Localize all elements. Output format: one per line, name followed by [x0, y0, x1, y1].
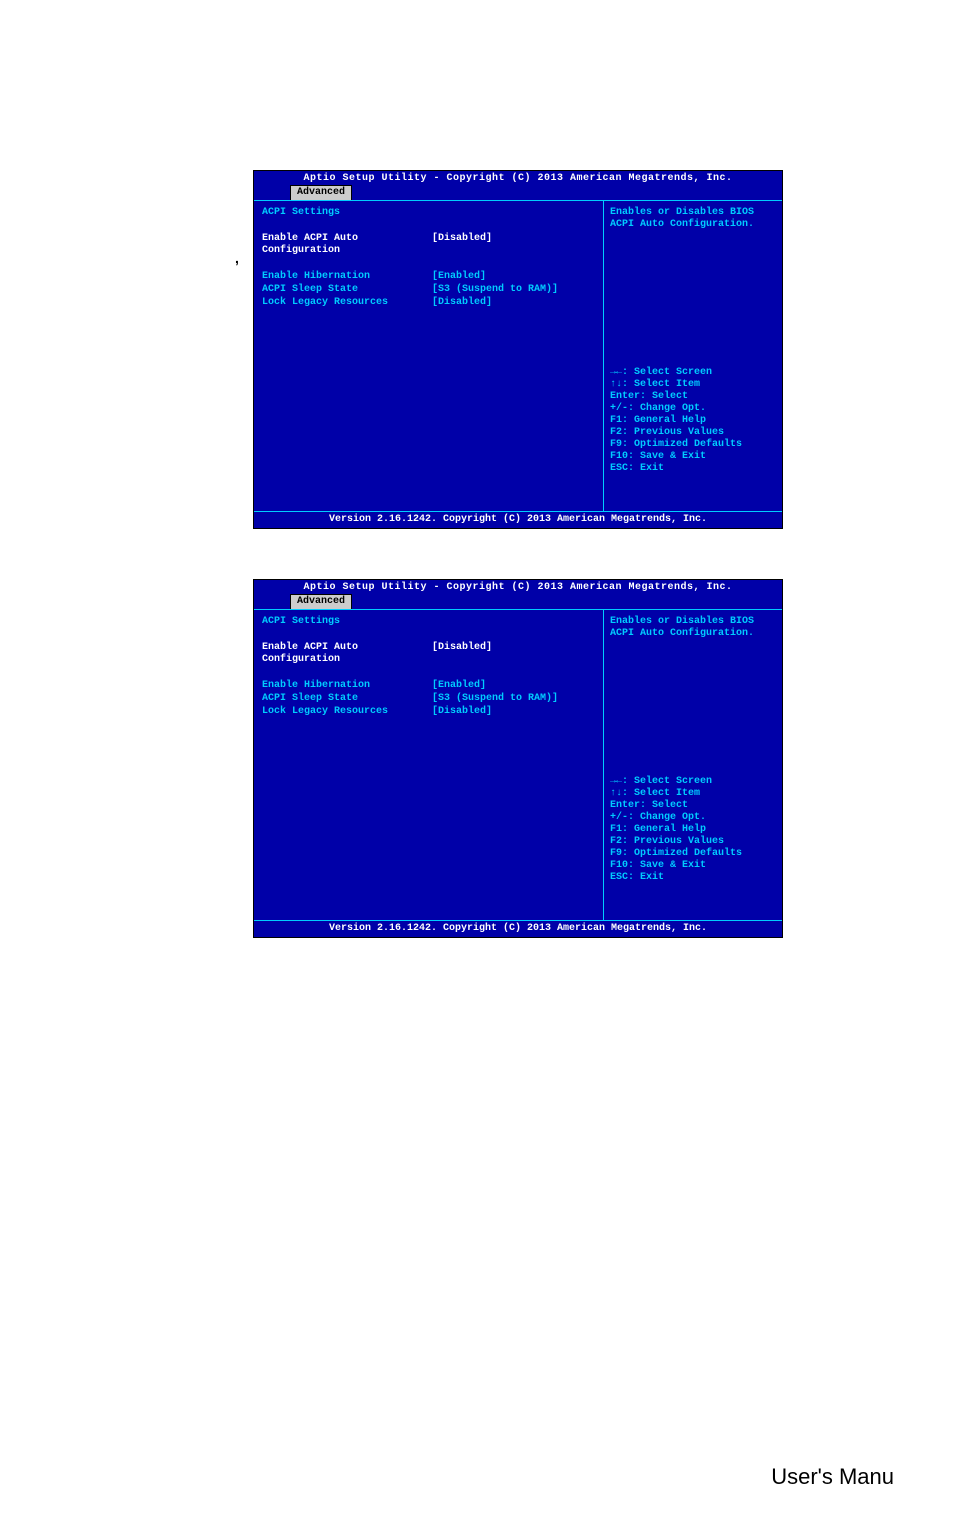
setting-acpi-sleep-state[interactable]: ACPI Sleep State [S3 (Suspend to RAM)] [262, 284, 595, 296]
bios-footer: Version 2.16.1242. Copyright (C) 2013 Am… [254, 511, 782, 528]
setting-value: [Disabled] [432, 233, 492, 257]
setting-value: [Enabled] [432, 271, 486, 283]
bios-panel-2: Aptio Setup Utility - Copyright (C) 2013… [253, 579, 783, 938]
setting-value: [S3 (Suspend to RAM)] [432, 693, 558, 705]
section-title: ACPI Settings [262, 207, 595, 219]
bios-right-pane: Enables or Disables BIOS ACPI Auto Confi… [604, 610, 782, 920]
bios-tabs: Advanced [254, 185, 782, 200]
key-hint: Enter: Select [610, 800, 776, 812]
bios-footer: Version 2.16.1242. Copyright (C) 2013 Am… [254, 920, 782, 937]
setting-acpi-sleep-state[interactable]: ACPI Sleep State [S3 (Suspend to RAM)] [262, 693, 595, 705]
key-hint: F2: Previous Values [610, 836, 776, 848]
setting-label: Enable ACPI Auto Configuration [262, 642, 432, 666]
key-hints: →←: Select Screen ↑↓: Select Item Enter:… [610, 776, 776, 914]
setting-label: Enable Hibernation [262, 680, 432, 692]
section-title: ACPI Settings [262, 616, 595, 628]
key-hint: +/-: Change Opt. [610, 403, 776, 415]
setting-value: [Disabled] [432, 642, 492, 666]
setting-enable-hibernation[interactable]: Enable Hibernation [Enabled] [262, 271, 595, 283]
key-hint: F9: Optimized Defaults [610, 848, 776, 860]
setting-label: Lock Legacy Resources [262, 297, 432, 309]
key-hint: F10: Save & Exit [610, 451, 776, 463]
key-hint: ESC: Exit [610, 872, 776, 884]
setting-value: [Enabled] [432, 680, 486, 692]
key-hint: +/-: Change Opt. [610, 812, 776, 824]
key-hint: →←: Select Screen [610, 776, 776, 788]
key-hint: →←: Select Screen [610, 367, 776, 379]
setting-value: [Disabled] [432, 706, 492, 718]
key-hint: Enter: Select [610, 391, 776, 403]
bios-tabs: Advanced [254, 594, 782, 609]
bios-left-pane: ACPI Settings Enable ACPI Auto Configura… [254, 610, 604, 920]
setting-value: [Disabled] [432, 297, 492, 309]
page-footer-text: User's Manu [771, 1464, 894, 1490]
key-hint: F9: Optimized Defaults [610, 439, 776, 451]
setting-label: ACPI Sleep State [262, 284, 432, 296]
setting-lock-legacy-resources[interactable]: Lock Legacy Resources [Disabled] [262, 297, 595, 309]
key-hint: F2: Previous Values [610, 427, 776, 439]
setting-lock-legacy-resources[interactable]: Lock Legacy Resources [Disabled] [262, 706, 595, 718]
setting-acpi-auto-config[interactable]: Enable ACPI Auto Configuration [Disabled… [262, 642, 595, 666]
setting-acpi-auto-config[interactable]: Enable ACPI Auto Configuration [Disabled… [262, 233, 595, 257]
setting-label: Enable ACPI Auto Configuration [262, 233, 432, 257]
key-hint: F10: Save & Exit [610, 860, 776, 872]
bios-panel-1: Aptio Setup Utility - Copyright (C) 2013… [253, 170, 783, 529]
setting-label: Lock Legacy Resources [262, 706, 432, 718]
key-hint: F1: General Help [610, 415, 776, 427]
bios-right-pane: Enables or Disables BIOS ACPI Auto Confi… [604, 201, 782, 511]
key-hint: ESC: Exit [610, 463, 776, 475]
bios-left-pane: ACPI Settings Enable ACPI Auto Configura… [254, 201, 604, 511]
setting-label: Enable Hibernation [262, 271, 432, 283]
help-text: Enables or Disables BIOS ACPI Auto Confi… [610, 207, 776, 231]
bios-body: ACPI Settings Enable ACPI Auto Configura… [254, 609, 782, 920]
key-hints: →←: Select Screen ↑↓: Select Item Enter:… [610, 367, 776, 505]
setting-label: ACPI Sleep State [262, 693, 432, 705]
setting-value: [S3 (Suspend to RAM)] [432, 284, 558, 296]
help-text: Enables or Disables BIOS ACPI Auto Confi… [610, 616, 776, 640]
key-hint: ↑↓: Select Item [610, 788, 776, 800]
bios-header: Aptio Setup Utility - Copyright (C) 2013… [254, 171, 782, 185]
bios-body: ACPI Settings Enable ACPI Auto Configura… [254, 200, 782, 511]
key-hint: ↑↓: Select Item [610, 379, 776, 391]
bios-header: Aptio Setup Utility - Copyright (C) 2013… [254, 580, 782, 594]
tab-advanced[interactable]: Advanced [290, 185, 352, 200]
stray-comma: , [235, 250, 239, 266]
setting-enable-hibernation[interactable]: Enable Hibernation [Enabled] [262, 680, 595, 692]
tab-advanced[interactable]: Advanced [290, 594, 352, 609]
key-hint: F1: General Help [610, 824, 776, 836]
